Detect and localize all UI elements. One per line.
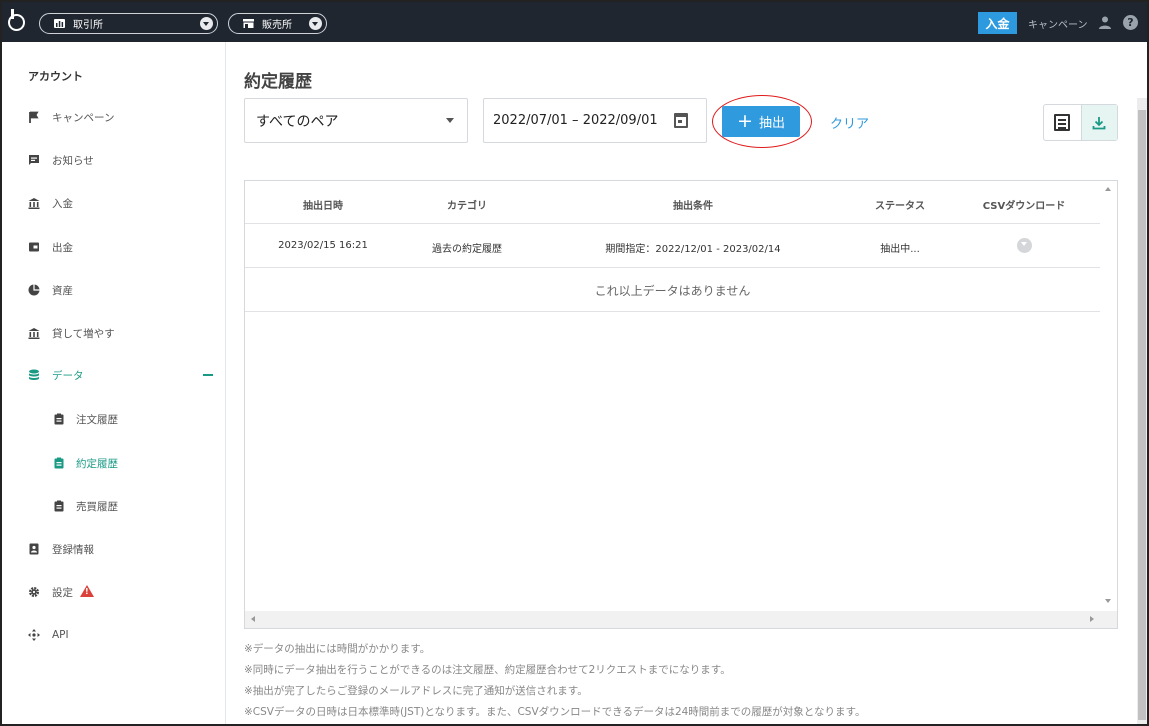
database-icon: [29, 369, 39, 380]
scroll-up-icon[interactable]: [1105, 187, 1111, 191]
warning-icon: [80, 585, 94, 597]
id-card-icon: [29, 543, 39, 555]
table-row: 2023/02/15 16:21 過去の約定履歴 期間指定：2022/12/01…: [245, 224, 1100, 268]
cell-condition: 期間指定：2022/12/01 - 2023/02/14: [605, 244, 781, 255]
campaign-link[interactable]: キャンペーン: [1028, 16, 1088, 31]
sales-label: 販売所: [262, 20, 292, 31]
download-icon: [1017, 238, 1032, 253]
view-toggle-group: [1043, 104, 1118, 141]
sidebar-item-label: 貸して増やす: [52, 327, 115, 340]
help-icon[interactable]: ?: [1123, 15, 1138, 30]
sidebar-item-label: 入金: [52, 197, 73, 210]
sidebar-item-data[interactable]: データ: [2, 362, 225, 388]
wallet-icon: [29, 242, 39, 252]
caret-down-icon: [446, 118, 454, 123]
sidebar-item-label: 注文履歴: [76, 413, 118, 426]
clipboard-icon: [54, 500, 64, 512]
pie-chart-icon: [28, 284, 40, 296]
scroll-right-icon[interactable]: [1090, 616, 1094, 622]
exchange-label: 取引所: [73, 20, 103, 31]
table-vertical-scrollbar[interactable]: [1100, 181, 1117, 611]
clipboard-icon: [54, 457, 64, 469]
sidebar-item-api[interactable]: API: [2, 622, 225, 648]
deposit-button[interactable]: 入金: [978, 12, 1017, 34]
sidebar-item-label: 出金: [52, 241, 73, 254]
pair-select[interactable]: すべてのペア: [244, 98, 468, 143]
table-horizontal-scrollbar[interactable]: [245, 611, 1117, 628]
bank-icon: [28, 328, 40, 339]
sidebar-item-withdraw[interactable]: 出金: [2, 234, 225, 260]
sidebar-item-label: キャンペーン: [52, 111, 115, 124]
column-header: CSVダウンロード: [982, 201, 1066, 212]
move-icon: [28, 629, 40, 641]
sidebar: アカウント キャンペーン お知らせ 入金 出金 資産 貸して増やす データ 注文…: [2, 42, 226, 724]
list-view-button[interactable]: [1044, 105, 1081, 140]
page-title: 約定履歴: [244, 72, 312, 92]
collapse-icon[interactable]: [203, 374, 213, 376]
date-range-input[interactable]: 2022/07/01 – 2022/09/01: [483, 98, 707, 143]
column-header: ステータス: [875, 201, 925, 212]
cell-datetime: 2023/02/15 16:21: [278, 240, 368, 251]
download-view-button[interactable]: [1080, 105, 1117, 140]
scroll-down-icon[interactable]: [1105, 599, 1111, 603]
no-more-data-message: これ以上データはありません: [245, 269, 1100, 312]
sidebar-item-label: 登録情報: [52, 543, 94, 556]
sidebar-item-label: 売買履歴: [76, 500, 118, 513]
note-text: ※データの抽出には時間がかかります。: [244, 643, 431, 655]
sidebar-item-label: お知らせ: [52, 154, 94, 167]
sidebar-item-label: 約定履歴: [76, 457, 118, 470]
page-scrollbar[interactable]: [1137, 98, 1147, 724]
cell-status: 抽出中...: [880, 244, 920, 255]
cell-category: 過去の約定履歴: [432, 244, 502, 255]
sidebar-item-settings[interactable]: 設定: [2, 579, 225, 605]
document-icon: [1054, 114, 1071, 131]
chart-bars-icon: [54, 19, 65, 28]
user-icon[interactable]: [1099, 16, 1111, 29]
app-frame: 取引所 販売所 入金 キャンペーン ? アカウント キャンペーン お知らせ 入金…: [0, 0, 1149, 726]
top-bar: 取引所 販売所 入金 キャンペーン ?: [2, 2, 1147, 42]
bank-icon: [28, 198, 40, 209]
exchange-selector[interactable]: 取引所: [39, 13, 218, 34]
sidebar-item-registration[interactable]: 登録情報: [2, 536, 225, 562]
note-text: ※抽出が完了したらご登録のメールアドレスに完了通知が送信されます。: [244, 685, 588, 697]
column-header: 抽出条件: [673, 201, 713, 212]
sidebar-item-label: 資産: [52, 284, 73, 297]
sidebar-item-order-history[interactable]: 注文履歴: [2, 406, 225, 432]
sidebar-item-label: 設定: [52, 586, 73, 599]
column-header: 抽出日時: [303, 201, 343, 212]
sales-selector[interactable]: 販売所: [228, 13, 327, 34]
note-text: ※同時にデータ抽出を行うことができるのは注文履歴、約定履歴合わせて2リクエストま…: [244, 664, 731, 676]
sidebar-item-notice[interactable]: お知らせ: [2, 147, 225, 173]
sidebar-item-lending[interactable]: 貸して増やす: [2, 320, 225, 346]
page-scrollbar-thumb[interactable]: [1138, 110, 1146, 720]
sidebar-item-deposit[interactable]: 入金: [2, 190, 225, 216]
scroll-left-icon[interactable]: [251, 616, 255, 622]
chevron-down-icon: [309, 17, 322, 30]
sidebar-item-label: データ: [52, 369, 84, 382]
download-icon: [1092, 116, 1106, 129]
column-header: カテゴリ: [447, 201, 487, 212]
extraction-table: 抽出日時 カテゴリ 抽出条件 ステータス CSVダウンロード 2023/02/1…: [244, 180, 1118, 629]
date-range-value: 2022/07/01 – 2022/09/01: [493, 113, 658, 128]
flag-icon: [29, 111, 39, 123]
sidebar-item-assets[interactable]: 資産: [2, 277, 225, 303]
chevron-down-icon: [200, 17, 213, 30]
gear-icon: [29, 587, 39, 597]
calendar-icon[interactable]: [674, 113, 688, 128]
sidebar-item-execution-history[interactable]: 約定履歴: [2, 450, 225, 476]
sidebar-header: アカウント: [28, 70, 83, 83]
note-text: ※CSVデータの日時は日本標準時(JST)となります。また、CSVダウンロードで…: [244, 706, 866, 718]
sidebar-item-label: API: [52, 629, 69, 641]
logo-icon[interactable]: [8, 9, 25, 31]
sidebar-item-trade-history[interactable]: 売買履歴: [2, 493, 225, 519]
table-header: 抽出日時 カテゴリ 抽出条件 ステータス CSVダウンロード: [245, 181, 1100, 224]
highlight-circle: [712, 95, 812, 148]
sidebar-item-campaign[interactable]: キャンペーン: [2, 104, 225, 130]
pair-select-value: すべてのペア: [256, 113, 339, 130]
clear-link[interactable]: クリア: [830, 113, 869, 132]
clipboard-icon: [54, 413, 64, 425]
message-icon: [29, 155, 39, 165]
store-icon: [243, 19, 254, 28]
